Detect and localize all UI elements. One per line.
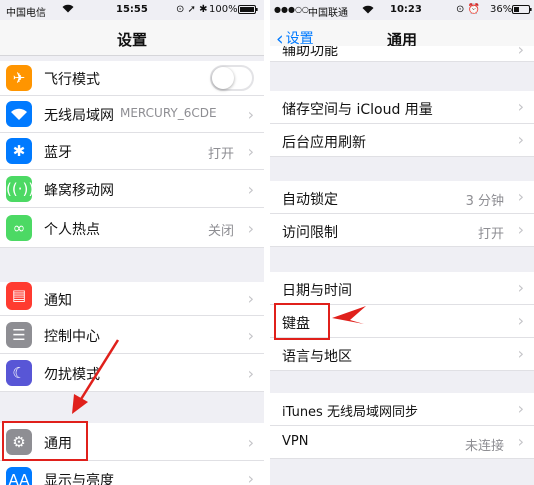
annotation-arrow-icon [332,306,366,324]
settings-screen: 中国电信 15:55 ⊙ ➚ ✱ 100% 设置 ✈ 飞行模式 无线局域网 ME… [0,0,264,485]
annotation-arrow-icon [72,339,120,414]
general-screen: ●●●○○ 中国联通 10:23 ⊙ ⏰ 36% ‹ 设置 通用 辅助功能 › 储… [270,0,534,485]
